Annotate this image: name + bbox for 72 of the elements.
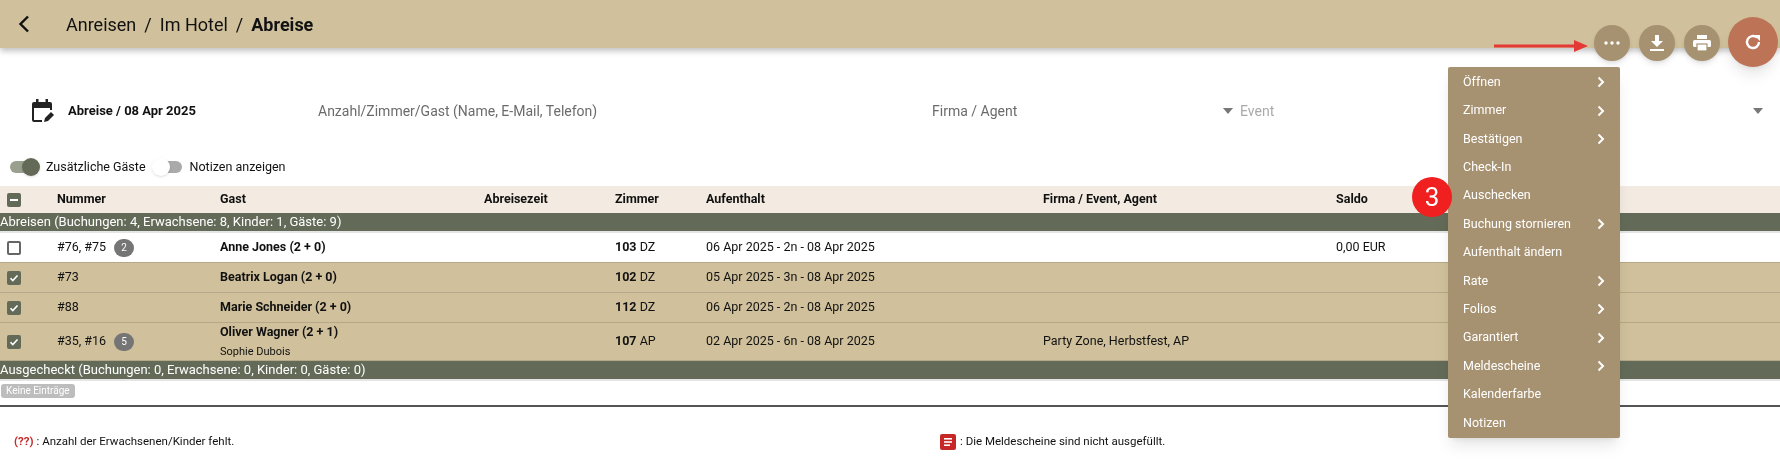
stay-cell: 06 Apr 2025 - 2n - 08 Apr 2025 bbox=[706, 238, 875, 257]
column-header[interactable]: Abreisezeit bbox=[484, 190, 615, 209]
room-cell-text: 112 DZ bbox=[615, 298, 657, 317]
chevron-right-icon bbox=[1597, 274, 1605, 287]
column-header[interactable]: Nummer bbox=[57, 190, 220, 209]
toggle-switch[interactable] bbox=[10, 161, 38, 173]
column-header[interactable]: Aufenthalt bbox=[706, 190, 1043, 209]
saldo-cell: 0,00 EUR bbox=[1336, 238, 1386, 257]
column-header[interactable]: Gast bbox=[220, 190, 484, 209]
form-icon bbox=[940, 433, 956, 450]
more-icon bbox=[1604, 41, 1620, 45]
checkbox[interactable] bbox=[7, 270, 21, 285]
booking-number[interactable]: #73 bbox=[57, 268, 79, 287]
checkmark-icon bbox=[9, 336, 19, 347]
legend-text: : Anzahl der Erwachsenen/Kinder fehlt. bbox=[36, 433, 235, 450]
count-badge: 2 bbox=[114, 238, 135, 257]
toggle-switch[interactable] bbox=[153, 161, 182, 173]
search-field[interactable]: Anzahl/Zimmer/Gast (Name, E-Mail, Telefon) bbox=[318, 100, 878, 122]
breadcrumb-link[interactable]: Anreisen bbox=[66, 10, 137, 38]
checkbox[interactable] bbox=[7, 240, 21, 255]
booking-number[interactable]: #76, #75 bbox=[57, 238, 107, 257]
count-badge: 5 bbox=[114, 332, 135, 351]
checkmark-icon bbox=[9, 302, 19, 313]
guest-name[interactable]: Anne Jones (2 + 0) bbox=[220, 238, 484, 257]
chevron-right-icon bbox=[1597, 104, 1605, 117]
room-cell-text: 102 DZ bbox=[615, 268, 657, 287]
room-cell-text: 107 AP bbox=[615, 332, 657, 351]
stay-cell: 02 Apr 2025 - 6n - 08 Apr 2025 bbox=[706, 332, 875, 351]
company-cell: Party Zone, Herbstfest, AP bbox=[1043, 332, 1190, 351]
guest-name[interactable]: Oliver Wagner (2 + 1) bbox=[220, 323, 484, 342]
stay-cell: 06 Apr 2025 - 2n - 08 Apr 2025 bbox=[706, 298, 875, 317]
printer-icon bbox=[1693, 35, 1711, 51]
column-header[interactable]: Zimmer bbox=[615, 190, 706, 209]
chevron-right-icon bbox=[1597, 218, 1605, 231]
select-all-checkbox[interactable] bbox=[7, 192, 21, 207]
guest-name[interactable]: Beatrix Logan (2 + 0) bbox=[220, 268, 484, 287]
refresh-button[interactable] bbox=[1728, 17, 1778, 67]
date-label[interactable]: Abreise / 08 Apr 2025 bbox=[68, 101, 196, 121]
checkbox[interactable] bbox=[7, 334, 21, 349]
column-header[interactable]: Firma / Event, Agent bbox=[1043, 190, 1336, 209]
booking-number[interactable]: #88 bbox=[57, 298, 79, 317]
refresh-icon bbox=[1744, 33, 1762, 51]
chevron-right-icon bbox=[1597, 331, 1605, 344]
missing-count-marker: (??) bbox=[14, 433, 34, 450]
download-icon bbox=[1650, 35, 1664, 51]
toggle-label: Zusätzliche Gäste bbox=[46, 157, 146, 176]
extra-guest-name: Sophie Dubois bbox=[220, 343, 292, 360]
guest-name[interactable]: Marie Schneider (2 + 0) bbox=[220, 298, 484, 317]
company-field[interactable]: Firma / Agent bbox=[932, 100, 1212, 122]
breadcrumb-separator: / bbox=[235, 12, 244, 37]
download-button[interactable] bbox=[1639, 25, 1675, 61]
booking-number[interactable]: #35, #16 bbox=[57, 332, 107, 351]
dropdown-caret-icon bbox=[1753, 108, 1763, 114]
legend-text: : Die Meldescheine sind nicht ausgefüllt. bbox=[960, 433, 1166, 450]
breadcrumb-current: Abreise bbox=[251, 12, 314, 37]
more-button[interactable] bbox=[1594, 25, 1630, 61]
calendar-edit-icon bbox=[30, 98, 54, 124]
chevron-right-icon bbox=[1597, 303, 1605, 316]
dropdown-caret-icon bbox=[1223, 108, 1233, 114]
breadcrumb-separator: / bbox=[144, 12, 152, 37]
chevron-right-icon bbox=[1597, 132, 1605, 145]
checkbox[interactable] bbox=[7, 300, 21, 315]
room-cell-text: 103 DZ bbox=[615, 238, 657, 257]
print-button[interactable] bbox=[1684, 25, 1720, 61]
event-field[interactable]: Event bbox=[1240, 100, 1440, 122]
toggle-label: Notizen anzeigen bbox=[189, 157, 286, 176]
stay-cell: 05 Apr 2025 - 3n - 08 Apr 2025 bbox=[706, 268, 875, 287]
chevron-right-icon bbox=[1597, 360, 1605, 373]
checkmark-icon bbox=[9, 272, 19, 283]
empty-badge: Keine Einträge bbox=[1, 384, 75, 398]
chevron-right-icon bbox=[1597, 76, 1605, 89]
breadcrumb-link[interactable]: Im Hotel bbox=[159, 10, 228, 38]
